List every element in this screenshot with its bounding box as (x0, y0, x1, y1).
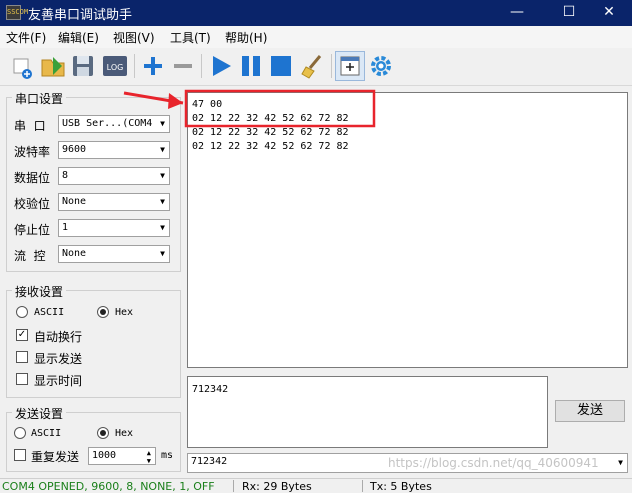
status-divider (233, 480, 234, 492)
send-history-value: 712342 (191, 456, 228, 467)
watermark: https://blog.csdn.net/qq_40600941 (388, 456, 599, 470)
send-text: 712342 (192, 384, 229, 395)
send-button[interactable]: 发送 (555, 400, 625, 422)
annotation-highlight-box (184, 89, 376, 128)
chevron-down-icon: ▼ (618, 458, 623, 467)
tx-count: Tx: 5 Bytes (370, 480, 432, 493)
status-bar: COM4 OPENED, 9600, 8, NONE, 1, OFF Rx: 2… (0, 478, 632, 493)
annotation-arrow-head (168, 93, 183, 109)
port-status: COM4 OPENED, 9600, 8, NONE, 1, OFF (2, 480, 215, 493)
status-divider (362, 480, 363, 492)
rx-count: Rx: 29 Bytes (242, 480, 312, 493)
send-input[interactable]: 712342 (187, 376, 548, 448)
